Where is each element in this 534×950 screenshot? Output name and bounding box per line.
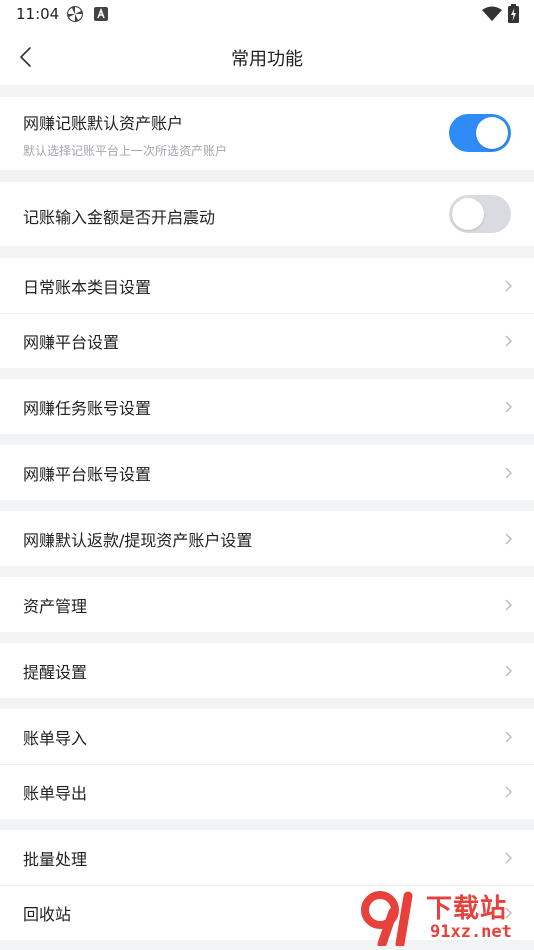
setting-label: 账单导出 [23,783,88,803]
setting-label: 提醒设置 [23,662,88,682]
chevron-right-icon [505,533,512,544]
setting-label: 回收站 [23,904,72,924]
group-reminder: 提醒设置 [0,643,534,698]
setting-platform-account[interactable]: 网赚平台账号设置 [0,445,534,500]
setting-label: 网赚平台设置 [23,332,120,352]
toggle-knob [476,117,508,149]
page-title: 常用功能 [231,49,303,70]
setting-label: 日常账本类目设置 [23,277,152,297]
status-bar: 11:04 [0,0,534,28]
chevron-right-icon [505,280,512,291]
chevron-right-icon [505,401,512,412]
watermark: 下载站 91xz.net [360,888,530,948]
chevron-right-icon [505,731,512,742]
setting-daily-category[interactable]: 日常账本类目设置 [0,258,534,313]
chevron-right-icon [505,599,512,610]
nav-bar: 常用功能 [0,28,534,85]
a-badge-icon [94,7,108,21]
status-time: 11:04 [16,5,60,23]
watermark-url: 91xz.net [430,922,512,942]
group-vibrate: 记账输入金额是否开启震动 [0,182,534,246]
setting-label: 网赚默认返款/提现资产账户设置 [23,530,253,550]
chevron-right-icon [505,786,512,797]
group-assets: 资产管理 [0,577,534,632]
setting-label: 网赚平台账号设置 [23,464,152,484]
group-task-account: 网赚任务账号设置 [0,379,534,434]
input-vibrate-toggle[interactable] [449,195,511,233]
chevron-right-icon [505,335,512,346]
battery-charging-icon [508,4,519,23]
setting-input-vibrate: 记账输入金额是否开启震动 [0,182,534,246]
setting-platform[interactable]: 网赚平台设置 [0,313,534,368]
setting-label: 批量处理 [23,849,88,869]
setting-bill-export[interactable]: 账单导出 [0,764,534,819]
group-platform-account: 网赚平台账号设置 [0,445,534,500]
group-refund-account: 网赚默认返款/提现资产账户设置 [0,511,534,566]
watermark-text: 下载站 [426,894,508,924]
group-ledger: 日常账本类目设置 网赚平台设置 [0,258,534,368]
setting-label: 账单导入 [23,728,88,748]
setting-label: 网赚任务账号设置 [23,398,152,418]
setting-label: 网赚记账默认资产账户 [23,114,184,133]
watermark-logo-icon [361,891,413,946]
chevron-right-icon [505,852,512,863]
default-asset-account-toggle[interactable] [449,114,511,152]
setting-label: 资产管理 [23,596,88,616]
wifi-icon [482,6,502,21]
setting-batch-process[interactable]: 批量处理 [0,830,534,885]
chevron-right-icon [505,665,512,676]
group-bills: 账单导入 账单导出 [0,709,534,819]
chevron-right-icon [505,467,512,478]
setting-bill-import[interactable]: 账单导入 [0,709,534,764]
setting-task-account[interactable]: 网赚任务账号设置 [0,379,534,434]
setting-default-refund-account[interactable]: 网赚默认返款/提现资产账户设置 [0,511,534,566]
setting-reminder[interactable]: 提醒设置 [0,643,534,698]
setting-subtitle: 默认选择记账平台上一次所选资产账户 [23,144,228,158]
setting-asset-management[interactable]: 资产管理 [0,577,534,632]
toggle-knob [452,198,484,230]
setting-label: 记账输入金额是否开启震动 [23,208,216,227]
group-asset-account: 网赚记账默认资产账户 默认选择记账平台上一次所选资产账户 [0,97,534,170]
setting-default-asset-account: 网赚记账默认资产账户 默认选择记账平台上一次所选资产账户 [0,97,534,170]
pinwheel-icon [67,6,83,22]
